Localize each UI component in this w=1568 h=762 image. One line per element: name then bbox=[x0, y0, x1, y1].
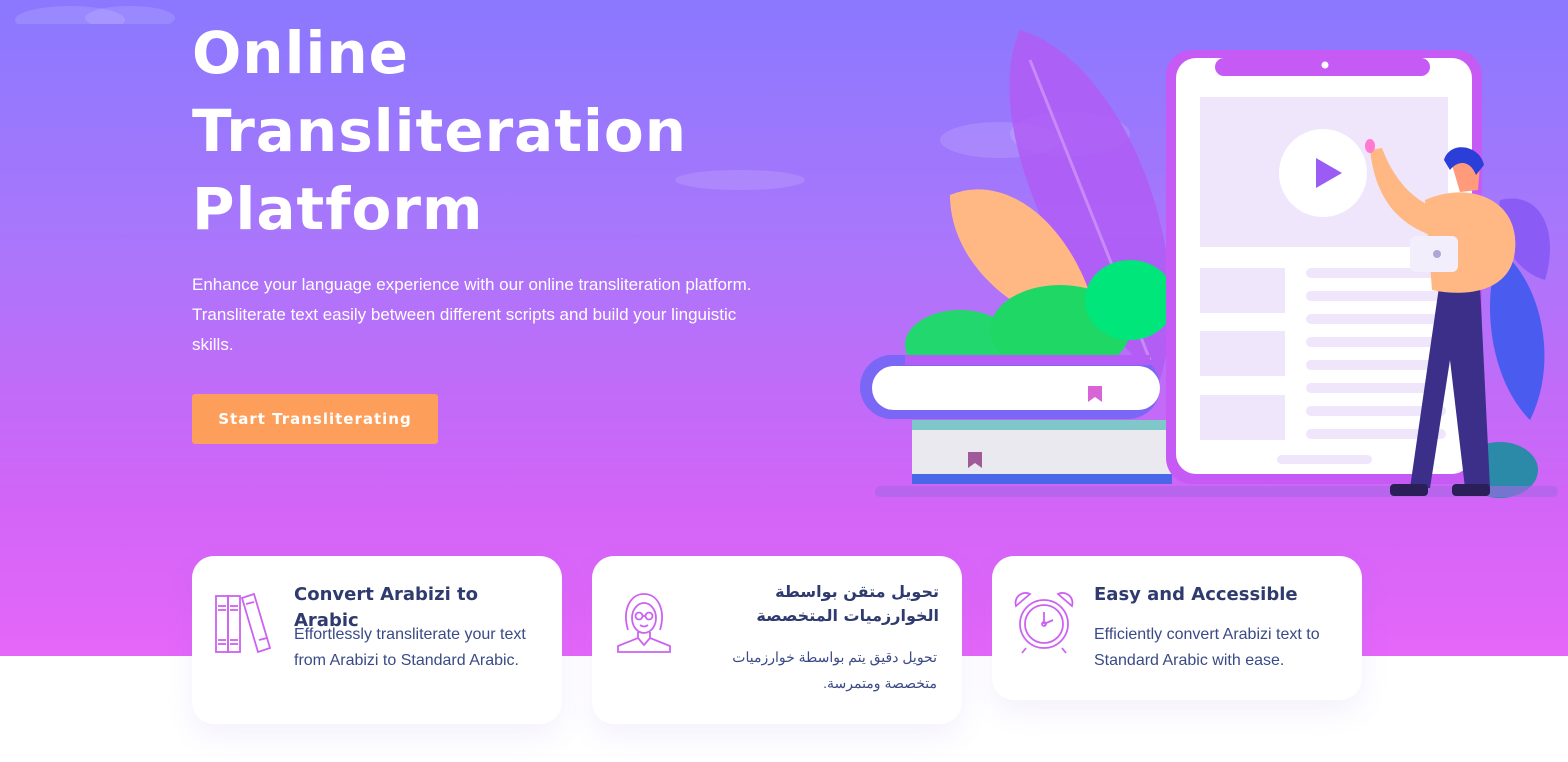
hero-title-line: Platform bbox=[192, 175, 484, 243]
hero-title: Online Transliteration Platform bbox=[192, 14, 687, 248]
cloud-decoration bbox=[15, 6, 175, 24]
feature-card: تحويل متقن بواسطة الخوارزميات المتخصصة ت… bbox=[592, 556, 962, 724]
hero-title-line: Online bbox=[192, 19, 409, 87]
books-icon bbox=[215, 592, 272, 654]
start-transliterating-button[interactable]: Start Transliterating bbox=[192, 394, 438, 444]
hero-description: Enhance your language experience with ou… bbox=[192, 275, 752, 354]
feature-description: Efficiently convert Arabizi text to Stan… bbox=[1094, 626, 1320, 669]
woman-with-glasses-icon bbox=[617, 593, 671, 653]
alarm-clock-icon bbox=[1014, 592, 1074, 654]
feature-card: Easy and Accessible Efficiently convert … bbox=[992, 556, 1362, 700]
feature-description: Effortlessly transliterate your text fro… bbox=[294, 626, 526, 669]
hero-illustration bbox=[860, 30, 1558, 498]
cloud-decoration bbox=[675, 170, 805, 190]
feature-title: Easy and Accessible bbox=[1094, 584, 1298, 605]
feature-title: تحويل متقن بواسطة الخوارزميات المتخصصة bbox=[756, 582, 939, 625]
hero-title-line: Transliteration bbox=[192, 97, 688, 165]
feature-description: تحويل دقيق يتم بواسطة خوارزميات متخصصة و… bbox=[732, 649, 937, 691]
feature-card: Convert Arabizi to Arabic Effortlessly t… bbox=[192, 556, 562, 724]
